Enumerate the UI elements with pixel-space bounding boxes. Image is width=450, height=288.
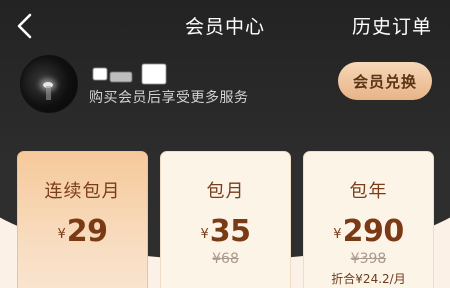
redeem-membership-button[interactable]: 会员兑换 [338, 62, 432, 100]
currency-symbol: ¥ [333, 227, 342, 242]
top-bar: 会员中心 历史订单 [0, 0, 450, 52]
plan-price: ¥29 [18, 214, 147, 249]
avatar[interactable] [20, 55, 78, 113]
username-redacted [93, 68, 107, 80]
original-price: ¥68 [212, 251, 239, 267]
plan-card-continuous-monthly[interactable]: 连续包月 ¥29 [17, 151, 148, 288]
currency-symbol: ¥ [57, 227, 66, 242]
history-orders-link[interactable]: 历史订单 [352, 12, 432, 39]
price-value: 35 [209, 214, 251, 249]
member-center-screen: 会员中心 历史订单 购买会员后享受更多服务 会员兑换 连续包月 ¥29 包月 ¥… [0, 0, 450, 288]
currency-symbol: ¥ [200, 227, 209, 242]
plan-name: 连续包月 [44, 181, 121, 202]
price-value: 29 [66, 214, 108, 249]
member-benefit-text: 购买会员后享受更多服务 [89, 90, 249, 106]
avatar-figure [46, 86, 51, 100]
monthly-equivalent: 折合¥24.2/月 [331, 272, 406, 286]
username-redacted [142, 64, 166, 84]
price-value: 290 [342, 214, 405, 249]
username-redacted [110, 72, 132, 82]
plan-name: 包月 [206, 181, 245, 202]
original-price: ¥398 [350, 251, 387, 267]
plan-name: 包年 [349, 181, 388, 202]
plan-card-monthly[interactable]: 包月 ¥35 ¥68 [160, 151, 291, 288]
plan-price: ¥35 [161, 214, 290, 249]
plan-card-yearly[interactable]: 包年 ¥290 ¥398 折合¥24.2/月 [303, 151, 434, 288]
plan-price: ¥290 [304, 214, 433, 249]
